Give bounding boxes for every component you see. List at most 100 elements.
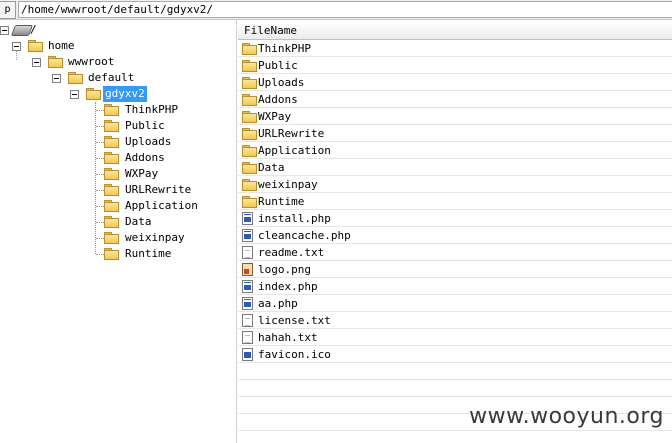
list-item[interactable]: license.txt <box>238 312 672 329</box>
up-button[interactable]: p <box>0 1 16 19</box>
address-bar: p /home/wwwroot/default/gdyxv2/ <box>0 0 672 20</box>
file-name: logo.png <box>258 263 311 276</box>
list-item[interactable]: hahah.txt <box>238 329 672 346</box>
text-file-icon <box>242 314 253 327</box>
tree-label-child: Runtime <box>125 247 172 260</box>
tree-node-default[interactable]: default <box>52 70 152 86</box>
list-item[interactable]: index.php <box>238 278 672 295</box>
collapse-icon[interactable] <box>32 58 41 67</box>
tree-label-child: URLRewrite <box>125 183 192 196</box>
collapse-icon[interactable] <box>0 26 9 35</box>
image-file-icon <box>242 263 253 276</box>
tree-label-gdyxv2: gdyxv2 <box>103 86 147 102</box>
file-name: Public <box>258 59 298 72</box>
folder-icon <box>242 179 257 191</box>
folder-icon <box>242 43 257 55</box>
path-input[interactable]: /home/wwwroot/default/gdyxv2/ <box>18 1 672 18</box>
list-item[interactable]: cleancache.php <box>238 227 672 244</box>
text-file-icon <box>242 246 253 259</box>
watermark: www.wooyun.org <box>469 404 664 429</box>
tree-node-child[interactable]: WXPay <box>104 166 224 182</box>
folder-icon <box>104 136 119 148</box>
file-name: Uploads <box>258 76 305 89</box>
folder-icon <box>242 162 257 174</box>
list-item[interactable]: logo.png <box>238 261 672 278</box>
tree-label-child: Public <box>125 119 165 132</box>
folder-icon <box>104 216 119 228</box>
file-name: index.php <box>258 280 318 293</box>
ico-file-icon <box>242 348 253 361</box>
tree-node-child[interactable]: weixinpay <box>104 230 224 246</box>
list-item[interactable]: ThinkPHP <box>238 40 672 57</box>
list-item[interactable]: readme.txt <box>238 244 672 261</box>
tree-node-child[interactable]: Runtime <box>104 246 224 262</box>
folder-icon <box>104 120 119 132</box>
file-name: readme.txt <box>258 246 325 259</box>
tree-label-home: home <box>48 39 75 52</box>
folder-icon <box>48 56 63 68</box>
folder-icon <box>242 77 257 89</box>
file-name: aa.php <box>258 297 298 310</box>
list-item[interactable]: Addons <box>238 91 672 108</box>
folder-tree: / home wwwroot default gdyxv2 ThinkPHP Pu… <box>0 20 237 443</box>
tree-label-root: / <box>30 23 37 36</box>
tree-node-home[interactable]: home <box>12 38 92 54</box>
tree-node-child[interactable]: Data <box>104 214 224 230</box>
folder-icon <box>104 168 119 180</box>
php-file-icon <box>242 212 253 225</box>
empty-row <box>238 380 672 397</box>
folder-icon <box>242 196 257 208</box>
file-name: license.txt <box>258 314 331 327</box>
file-name: URLRewrite <box>258 127 325 140</box>
tree-node-wwwroot[interactable]: wwwroot <box>32 54 132 70</box>
list-item[interactable]: install.php <box>238 210 672 227</box>
list-item[interactable]: weixinpay <box>238 176 672 193</box>
tree-node-root[interactable]: / <box>0 22 60 38</box>
list-item[interactable]: Uploads <box>238 74 672 91</box>
collapse-icon[interactable] <box>70 90 79 99</box>
file-name: ThinkPHP <box>258 42 311 55</box>
tree-node-child[interactable]: ThinkPHP <box>104 102 224 118</box>
list-item[interactable]: aa.php <box>238 295 672 312</box>
list-item[interactable]: URLRewrite <box>238 125 672 142</box>
tree-node-child[interactable]: Application <box>104 198 224 214</box>
php-file-icon <box>242 297 253 310</box>
file-name: weixinpay <box>258 178 318 191</box>
file-name: Runtime <box>258 195 305 208</box>
collapse-icon[interactable] <box>12 42 21 51</box>
php-file-icon <box>242 280 253 293</box>
collapse-icon[interactable] <box>52 74 61 83</box>
list-item[interactable]: Public <box>238 57 672 74</box>
column-header-filename[interactable]: FileName <box>244 23 297 39</box>
folder-icon <box>104 200 119 212</box>
folder-icon <box>104 104 119 116</box>
folder-icon <box>86 88 101 100</box>
tree-node-child[interactable]: Addons <box>104 150 224 166</box>
tree-node-gdyxv2[interactable]: gdyxv2 <box>70 86 170 102</box>
tree-label-child: ThinkPHP <box>125 103 178 116</box>
file-name: Addons <box>258 93 298 106</box>
folder-icon <box>104 152 119 164</box>
tree-label-child: WXPay <box>125 167 159 180</box>
folder-icon <box>242 145 257 157</box>
file-name: install.php <box>258 212 331 225</box>
file-name: WXPay <box>258 110 292 123</box>
tree-label-child: Addons <box>125 151 165 164</box>
tree-label-child: Application <box>125 199 198 212</box>
list-item[interactable]: Runtime <box>238 193 672 210</box>
tree-node-child[interactable]: URLRewrite <box>104 182 224 198</box>
folder-icon <box>242 94 257 106</box>
tree-label-wwwroot: wwwroot <box>68 55 115 68</box>
tree-node-child[interactable]: Uploads <box>104 134 224 150</box>
folder-icon <box>242 128 257 140</box>
file-name: cleancache.php <box>258 229 351 242</box>
file-name: Data <box>258 161 285 174</box>
list-item[interactable]: Application <box>238 142 672 159</box>
folder-icon <box>242 111 257 123</box>
list-item[interactable]: WXPay <box>238 108 672 125</box>
tree-node-child[interactable]: Public <box>104 118 224 134</box>
folder-icon <box>104 248 119 260</box>
list-header: FileName <box>238 23 672 40</box>
list-item[interactable]: Data <box>238 159 672 176</box>
list-item[interactable]: favicon.ico <box>238 346 672 363</box>
